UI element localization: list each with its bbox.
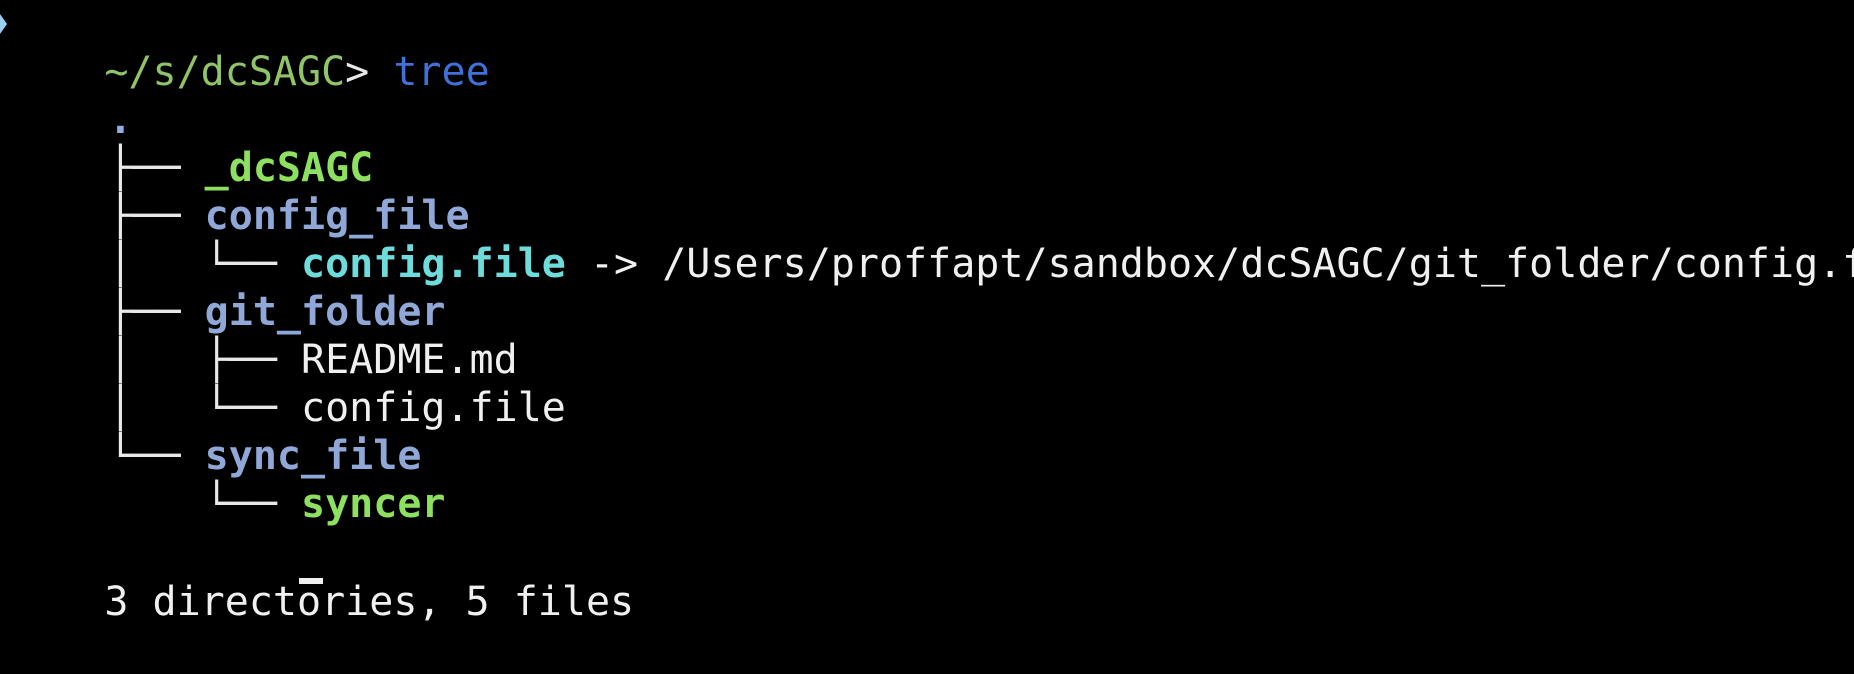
tree-summary: 3 directories, 5 files bbox=[8, 530, 634, 625]
tree-entry: └── sync_file bbox=[12, 384, 421, 479]
prompt-command: tree bbox=[393, 49, 490, 95]
tree-entry: ├── _dcSAGC bbox=[12, 96, 373, 191]
symlink-target: -> /Users/proffapt/sandbox/dcSAGC/git_fo… bbox=[565, 241, 1854, 287]
tree-entry: │ ├── README.md bbox=[12, 288, 517, 383]
tree-entry: └── syncer bbox=[12, 432, 446, 527]
terminal-window[interactable]: ~/s/dcSAGC> tree . ├── _dcSAGC ├── confi… bbox=[0, 0, 1854, 625]
tree-branch: └── bbox=[108, 481, 301, 527]
tree-entry: ├── git_folder bbox=[12, 240, 445, 335]
prompt-symbol: > bbox=[345, 49, 370, 95]
tree-entry: │ └── config.file -> /Users/proffapt/san… bbox=[12, 192, 1854, 287]
prompt-arrow-icon bbox=[0, 14, 7, 34]
text-cursor bbox=[299, 578, 323, 584]
tree-root: . bbox=[12, 48, 132, 143]
summary-text: 3 directories, 5 files bbox=[104, 579, 635, 625]
prompt-path: ~/s/dcSAGC bbox=[104, 49, 346, 95]
prompt-line: ~/s/dcSAGC> tree bbox=[0, 0, 490, 95]
tree-entry: │ └── config.file bbox=[12, 336, 566, 431]
tree-entry-name: syncer bbox=[300, 481, 446, 527]
tree-entry: ├── config_file bbox=[12, 144, 469, 239]
